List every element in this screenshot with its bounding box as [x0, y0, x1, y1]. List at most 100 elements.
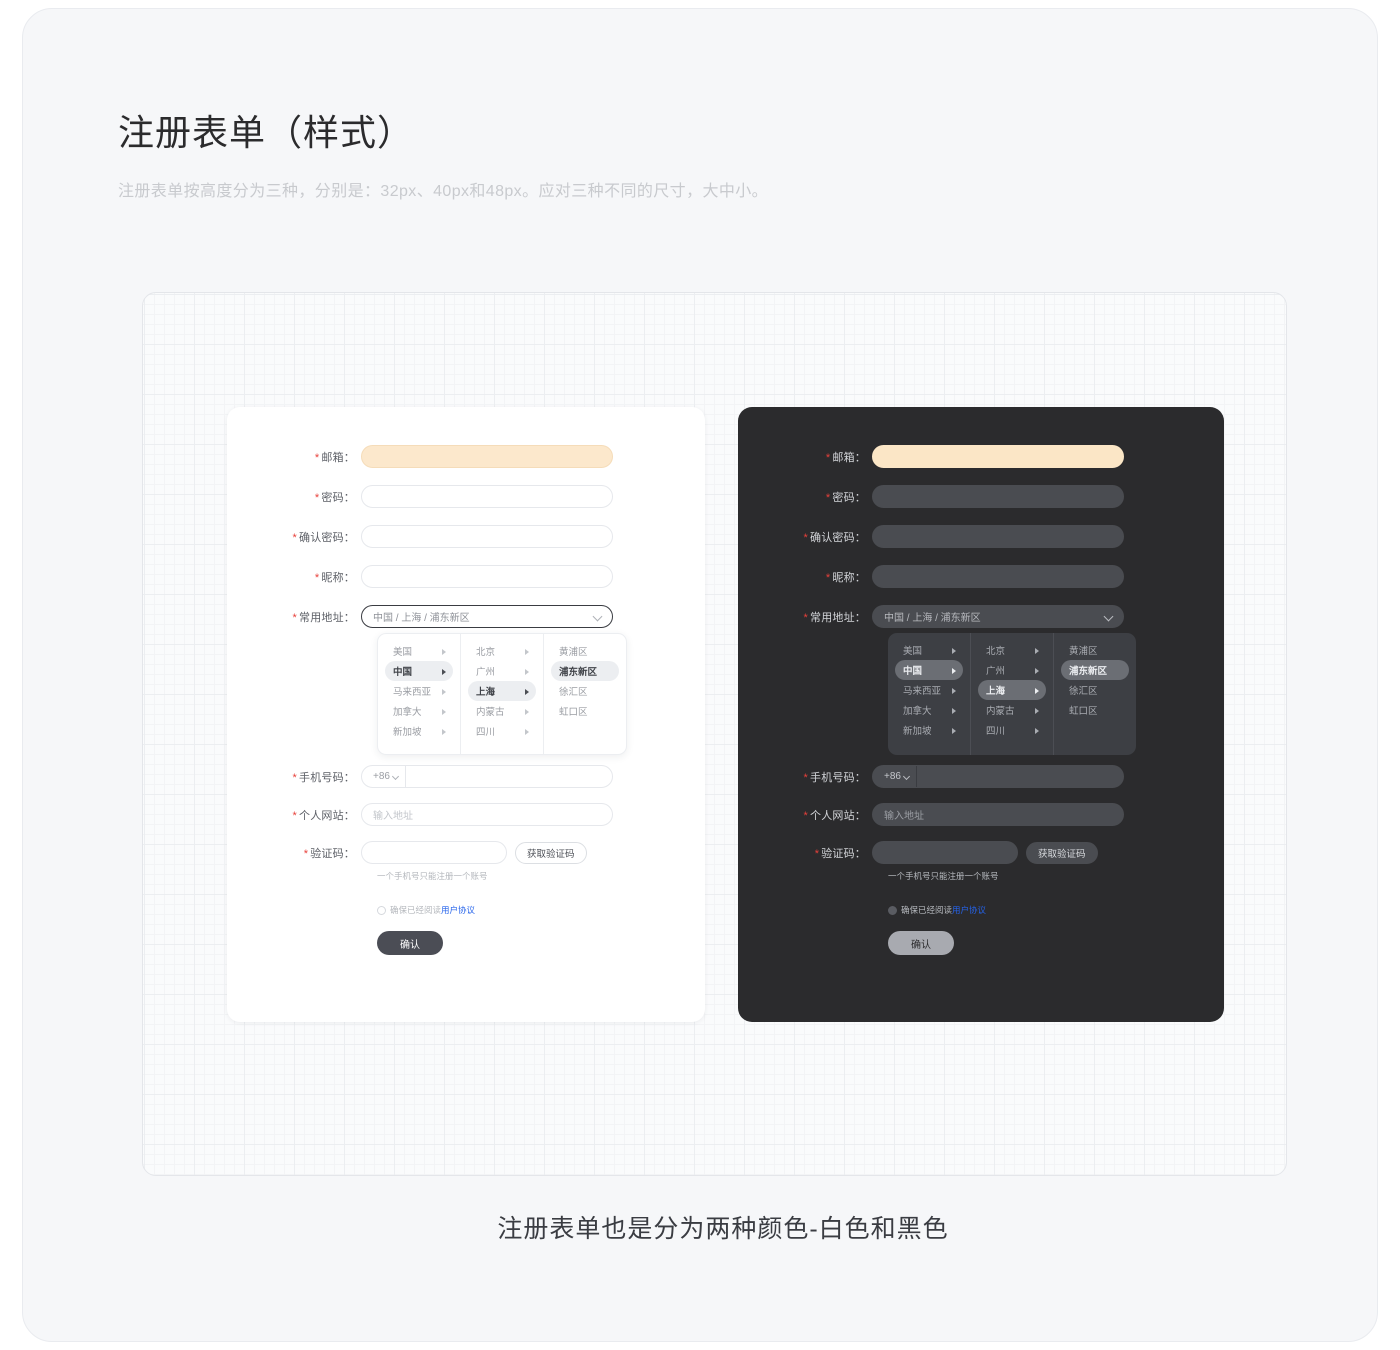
agreement-row[interactable]: 确保已经阅读用户协议	[888, 904, 986, 916]
submit-button[interactable]: 确认	[377, 931, 443, 955]
cascader-option[interactable]: 黄浦区	[551, 641, 619, 661]
cascader-option[interactable]: 加拿大	[895, 700, 963, 720]
form-row-website: * 个人网站： 输入地址	[794, 803, 1134, 826]
agreement-checkbox[interactable]	[888, 905, 897, 915]
cascader-option[interactable]: 广州	[468, 661, 536, 681]
label-address: * 常用地址：	[794, 609, 866, 625]
cascader-option[interactable]: 浦东新区	[1061, 660, 1129, 680]
cascader-trigger-address[interactable]: 中国 / 上海 / 浦东新区	[872, 605, 1124, 628]
chevron-right-icon	[952, 727, 956, 734]
cascader-option[interactable]: 黄浦区	[1061, 640, 1129, 660]
cascader-column-3: 黄浦区 浦东新区 徐汇区 虹口区	[543, 634, 626, 754]
page-title: 注册表单（样式）	[118, 112, 415, 153]
cascader-option[interactable]: 上海	[978, 680, 1046, 700]
label-password: * 密码：	[283, 489, 355, 505]
get-captcha-label: 获取验证码	[527, 848, 575, 860]
input-nickname[interactable]	[872, 565, 1124, 588]
form-row-captcha: * 验证码： 获取验证码	[283, 841, 693, 864]
cascader-option-label: 中国	[903, 666, 923, 677]
chevron-right-icon	[952, 687, 956, 694]
user-agreement-link[interactable]: 用户协议	[441, 905, 475, 915]
agreement-row[interactable]: 确保已经阅读用户协议	[377, 904, 475, 916]
label-address: * 常用地址：	[283, 609, 355, 625]
user-agreement-link[interactable]: 用户协议	[952, 905, 986, 915]
cascader-option[interactable]: 内蒙古	[978, 700, 1046, 720]
page-subtitle: 注册表单按高度分为三种，分别是：32px、40px和48px。应对三种不同的尺寸…	[118, 183, 769, 200]
cascader-option-label: 美国	[393, 647, 413, 658]
phone-country-select[interactable]: +86	[873, 766, 917, 787]
label-phone: * 手机号码：	[794, 769, 866, 785]
input-email[interactable]	[361, 445, 613, 468]
required-asterisk: *	[803, 771, 808, 784]
get-captcha-button[interactable]: 获取验证码	[1026, 841, 1098, 864]
input-captcha[interactable]	[361, 841, 507, 864]
label-address-text: 常用地址：	[299, 611, 355, 624]
cascader-option-label: 徐汇区	[559, 687, 588, 698]
label-email: * 邮箱：	[283, 449, 355, 465]
input-phone[interactable]: +86	[872, 765, 1124, 788]
label-address-text: 常用地址：	[810, 611, 866, 624]
input-password[interactable]	[361, 485, 613, 508]
label-email: * 邮箱：	[794, 449, 866, 465]
label-confirm_password-text: 确认密码：	[810, 531, 866, 544]
required-asterisk: *	[803, 531, 808, 544]
input-email[interactable]	[872, 445, 1124, 468]
cascader-option[interactable]: 虹口区	[551, 701, 619, 721]
cascader-option[interactable]: 北京	[978, 640, 1046, 660]
cascader-option[interactable]: 加拿大	[385, 701, 453, 721]
input-website[interactable]: 输入地址	[872, 803, 1124, 826]
agreement-text: 确保已经阅读用户协议	[901, 905, 987, 915]
agreement-checkbox[interactable]	[377, 905, 386, 915]
form-row-confirm_password: * 确认密码：	[794, 525, 1134, 548]
cascader-option[interactable]: 广州	[978, 660, 1046, 680]
input-website-placeholder: 输入地址	[884, 811, 924, 822]
cascader-option[interactable]: 四川	[468, 721, 536, 741]
cascader-option[interactable]: 中国	[895, 660, 963, 680]
input-phone[interactable]: +86	[361, 765, 613, 788]
cascader-option-label: 上海	[986, 686, 1006, 697]
cascader-option[interactable]: 北京	[468, 641, 536, 661]
label-website-text: 个人网站：	[810, 809, 866, 822]
chevron-right-icon	[525, 708, 529, 715]
cascader-option[interactable]: 美国	[385, 641, 453, 661]
cascader-option[interactable]: 内蒙古	[468, 701, 536, 721]
label-captcha-text: 验证码：	[821, 847, 866, 860]
cascader-option[interactable]: 上海	[468, 681, 536, 701]
header: 注册表单（样式） 注册表单按高度分为三种，分别是：32px、40px和48px。…	[118, 107, 1118, 201]
cascader-option[interactable]: 四川	[978, 720, 1046, 740]
cascader-option[interactable]: 徐汇区	[1061, 680, 1129, 700]
input-website[interactable]: 输入地址	[361, 803, 613, 826]
cascader-option[interactable]: 新加坡	[895, 720, 963, 740]
cascader-option[interactable]: 马来西亚	[895, 680, 963, 700]
phone-country-select[interactable]: +86	[362, 766, 406, 787]
input-nickname[interactable]	[361, 565, 613, 588]
submit-button[interactable]: 确认	[888, 931, 954, 955]
input-confirm_password[interactable]	[872, 525, 1124, 548]
cascader-option[interactable]: 徐汇区	[551, 681, 619, 701]
chevron-right-icon	[442, 668, 446, 675]
cascader-option-label: 广州	[986, 666, 1006, 677]
chevron-right-icon	[952, 667, 956, 674]
required-asterisk: *	[314, 451, 320, 464]
form-row-password: * 密码：	[283, 485, 623, 508]
get-captcha-button[interactable]: 获取验证码	[515, 841, 587, 864]
cascader-option[interactable]: 虹口区	[1061, 700, 1129, 720]
submit-label: 确认	[400, 939, 420, 951]
label-nickname-text: 昵称：	[832, 571, 866, 584]
cascader-option-label: 上海	[476, 687, 496, 698]
page-card: 注册表单（样式） 注册表单按高度分为三种，分别是：32px、40px和48px。…	[22, 8, 1378, 1342]
chevron-right-icon	[952, 647, 956, 654]
cascader-option[interactable]: 浦东新区	[551, 661, 619, 681]
cascader-option[interactable]: 美国	[895, 640, 963, 660]
form-row-address: * 常用地址： 中国 / 上海 / 浦东新区	[794, 605, 1134, 628]
chevron-right-icon	[525, 668, 529, 675]
cascader-option[interactable]: 中国	[385, 661, 453, 681]
cascader-option-label: 虹口区	[559, 707, 588, 718]
input-confirm_password[interactable]	[361, 525, 613, 548]
cascader-trigger-address[interactable]: 中国 / 上海 / 浦东新区	[361, 605, 613, 628]
figure-caption: 注册表单也是分为两种颜色-白色和黑色	[497, 1215, 949, 1243]
input-password[interactable]	[872, 485, 1124, 508]
cascader-option[interactable]: 新加坡	[385, 721, 453, 741]
input-captcha[interactable]	[872, 841, 1018, 864]
cascader-option[interactable]: 马来西亚	[385, 681, 453, 701]
